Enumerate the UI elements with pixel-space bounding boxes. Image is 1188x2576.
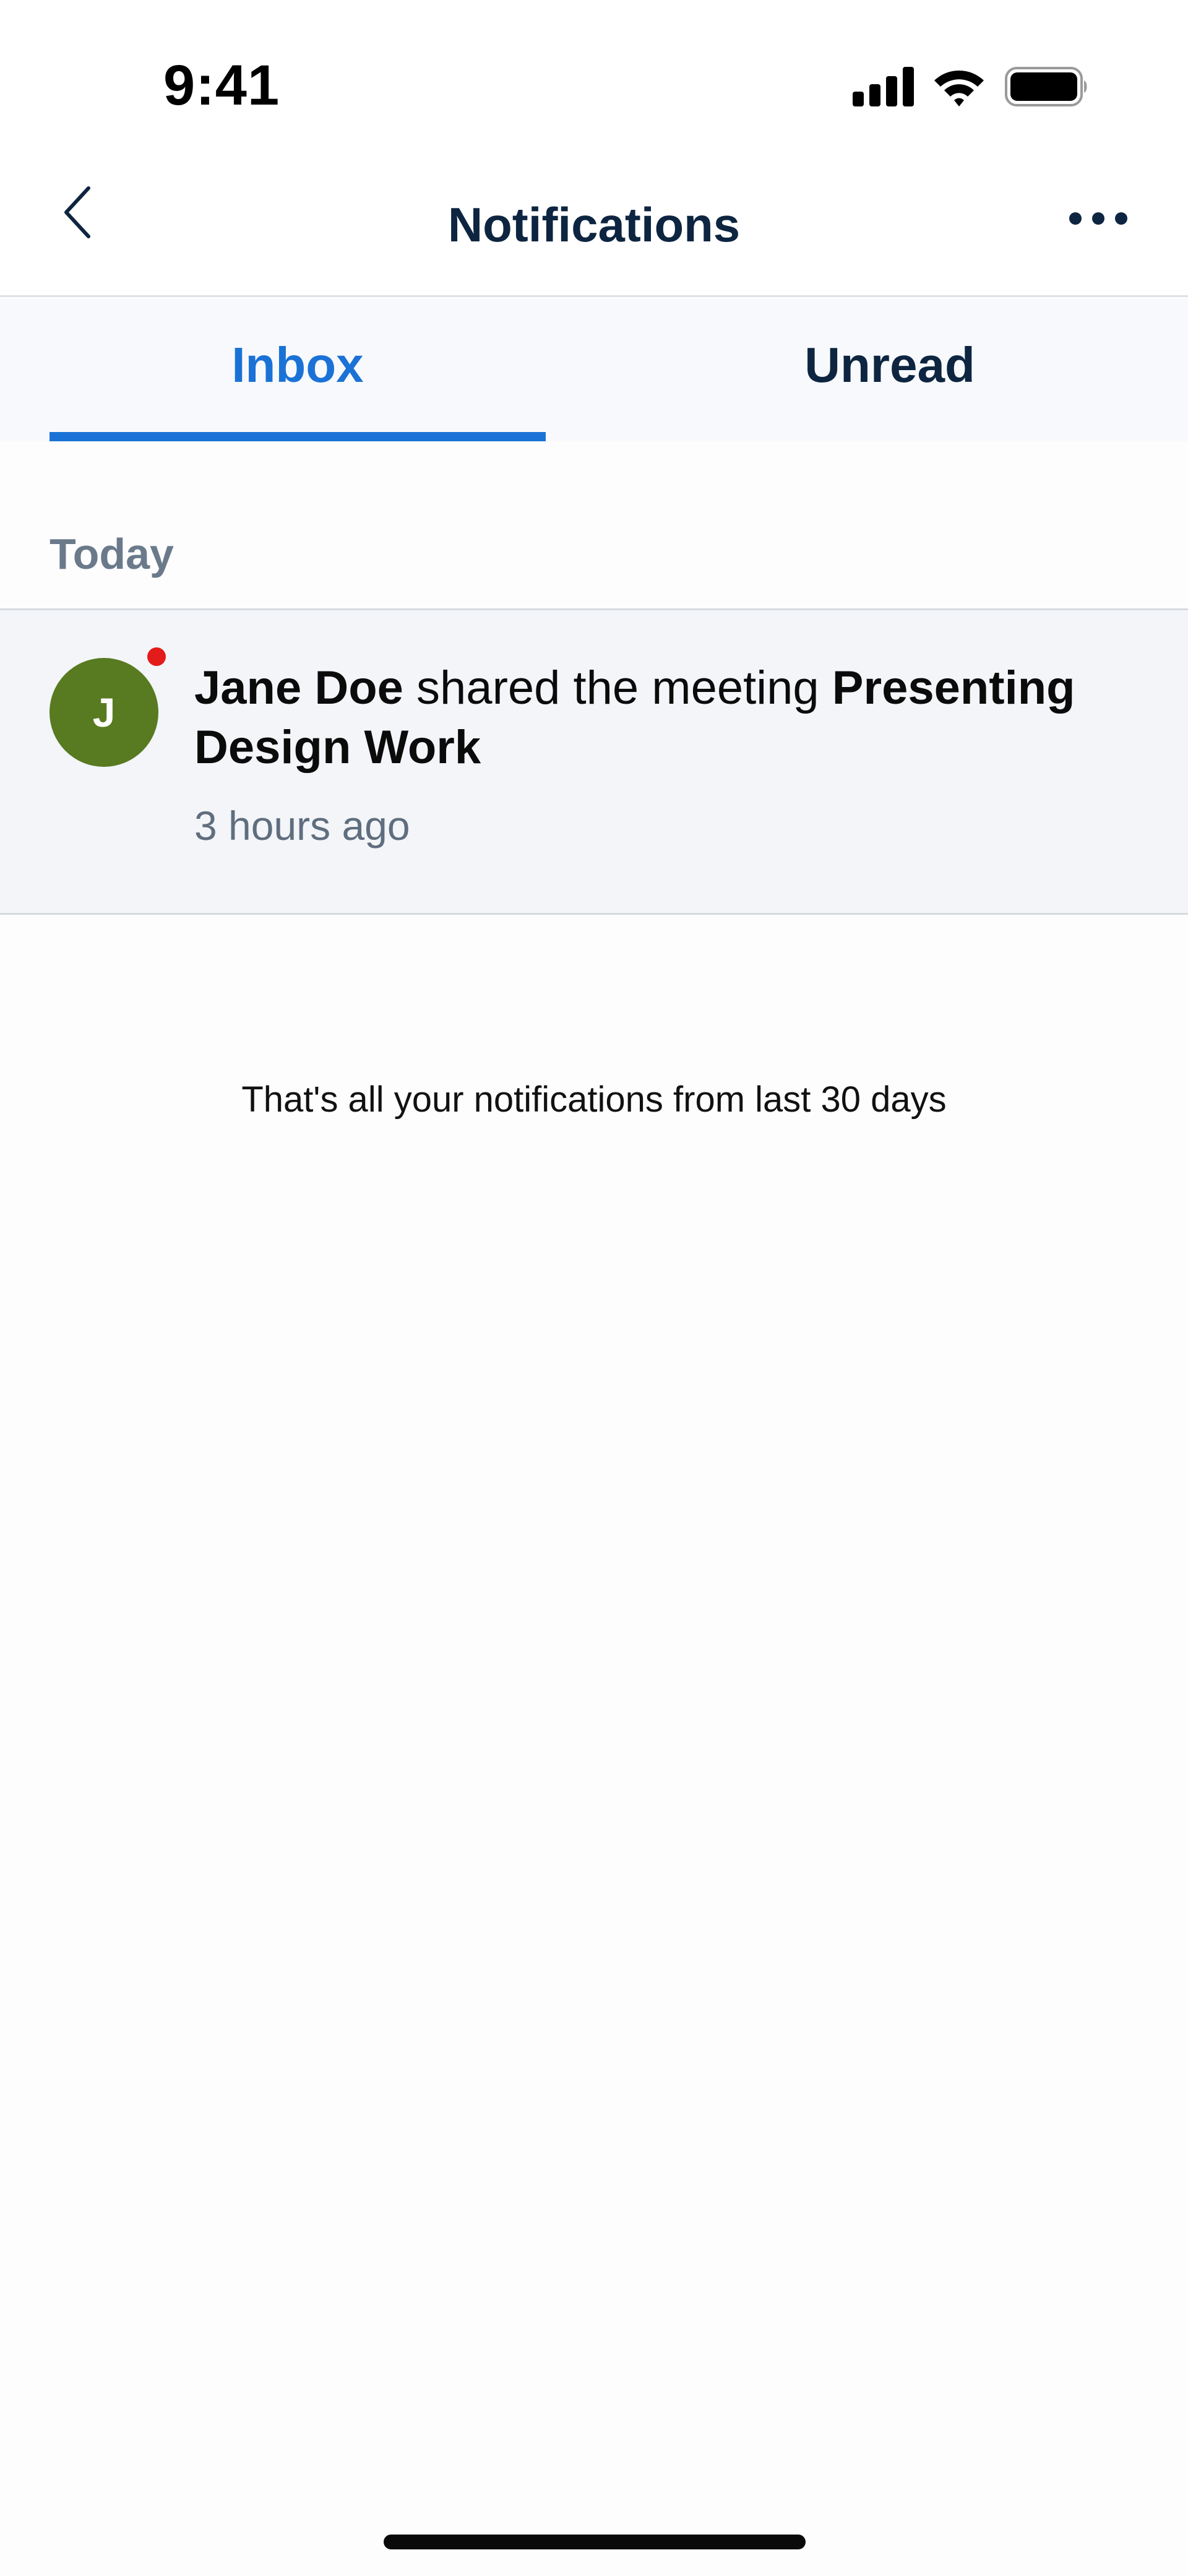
- more-options-button[interactable]: [1058, 192, 1138, 248]
- wifi-icon: [932, 67, 986, 106]
- notification-action: shared the meeting: [403, 662, 832, 714]
- battery-icon: [1005, 67, 1089, 106]
- home-indicator[interactable]: [384, 2535, 806, 2549]
- notification-timestamp: 3 hours ago: [194, 803, 410, 849]
- status-bar: 9:41: [0, 0, 1188, 167]
- avatar-initial: J: [92, 689, 116, 735]
- notifications-list: Today J Jane Doe shared the meeting Pres…: [0, 441, 1188, 2576]
- notification-actor: Jane Doe: [194, 662, 403, 714]
- end-of-list-note: That's all your notifications from last …: [241, 1079, 947, 1120]
- notification-item[interactable]: J Jane Doe shared the meeting Presenting…: [0, 608, 1188, 915]
- nav-bar: Notifications: [0, 167, 1188, 297]
- section-header-today: Today: [50, 530, 174, 578]
- tab-unread[interactable]: Unread: [642, 299, 1137, 441]
- avatar: J: [50, 658, 158, 767]
- tab-bar: Inbox Unread: [0, 299, 1188, 441]
- status-icons: [853, 67, 1089, 106]
- ellipsis-icon: [1069, 212, 1128, 228]
- tab-inbox[interactable]: Inbox: [50, 299, 546, 441]
- notification-message: Jane Doe shared the meeting Presenting D…: [194, 659, 1141, 777]
- unread-dot: [147, 647, 166, 666]
- cellular-signal-icon: [853, 67, 915, 106]
- page-title: Notifications: [447, 197, 741, 252]
- notifications-screen: 9:41 Notifications Inbox Unread Today J …: [0, 0, 1188, 2576]
- tab-selected-indicator: [50, 432, 546, 441]
- status-time: 9:41: [163, 54, 280, 117]
